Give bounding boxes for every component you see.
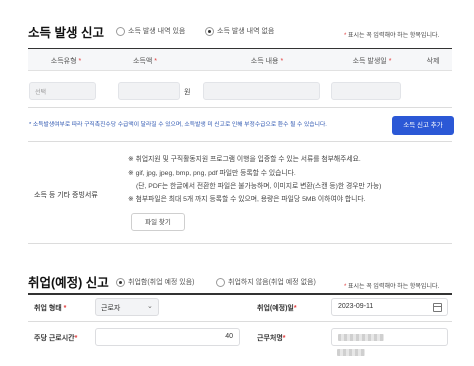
evidence-bullet: (단, PDF는 한글에서 전환한 파일은 불가능하며, 이미지로 변환(스캔 … <box>136 183 382 190</box>
employment-radio-yes-label: 취업함(취업 예정 있음) <box>128 279 195 286</box>
required-note: * 표시는 꼭 입력해야 하는 항목입니다. <box>344 281 439 290</box>
divider <box>28 107 452 108</box>
required-star: * <box>344 284 347 290</box>
employment-radio-yes[interactable]: 취업함(취업 예정 있음) <box>116 277 195 287</box>
col-delete: 삭제 <box>426 58 440 65</box>
income-content-input[interactable] <box>203 82 320 100</box>
income-amount-input[interactable] <box>118 82 180 100</box>
divider <box>28 141 452 142</box>
income-radio-no[interactable]: 소득 발생 내역 없음 <box>205 26 274 36</box>
employment-date-label: 취업(예정)일* <box>257 305 297 312</box>
income-amount-unit: 원 <box>184 89 191 96</box>
employment-type-select[interactable]: 근로자 ⌄ <box>95 298 159 316</box>
col-date: 소득 발생일 * <box>352 58 392 65</box>
employment-table-top-border <box>28 293 452 295</box>
redacted-value <box>337 349 365 356</box>
employment-type-label: 취업 형태 * <box>34 305 67 312</box>
employment-hours-value: 40 <box>225 333 233 340</box>
employment-type-value: 근로자 <box>101 305 121 312</box>
required-note: * 표시는 꼭 입력해야 하는 항목입니다. <box>344 30 439 39</box>
required-note-text: 표시는 꼭 입력해야 하는 항목입니다. <box>348 284 440 290</box>
radio-checked-icon <box>116 277 125 287</box>
required-star: * <box>344 33 347 39</box>
evidence-bullet: ※ 취업지원 및 구직활동지원 프로그램 이행을 입증할 수 있는 서류를 첨부… <box>128 156 361 163</box>
income-notice: * 소득발생여부로 따라 구직촉진수당 수급액이 달라질 수 있으며, 소득발생… <box>29 122 327 128</box>
evidence-bullet: ※ 첨부파일은 최대 5개 까지 등록할 수 있으며, 용량은 파일당 5MB … <box>128 196 366 203</box>
divider <box>28 321 452 322</box>
divider <box>28 243 452 244</box>
radio-unchecked-icon <box>116 26 125 36</box>
income-type-select[interactable]: 선택 <box>29 82 96 100</box>
income-section-title: 소득 발생 신고 <box>28 26 104 40</box>
employment-date-value: 2023-09-11 <box>338 303 374 310</box>
income-table-header: 소득유형 * 소득액 * 소득 내용 * 소득 발생일 * 삭제 <box>28 48 452 71</box>
employment-section-title: 취업(예정) 신고 <box>28 276 109 290</box>
income-type-placeholder: 선택 <box>35 90 47 96</box>
chevron-down-icon: ⌄ <box>147 303 153 310</box>
radio-checked-icon <box>205 26 214 36</box>
redacted-value <box>338 334 384 341</box>
employment-radio-no[interactable]: 취업하지 않음(취업 예정 없음) <box>216 277 316 287</box>
radio-unchecked-icon <box>216 277 225 287</box>
employment-hours-input[interactable]: 40 <box>95 328 240 346</box>
find-file-button[interactable]: 파일 찾기 <box>131 213 185 231</box>
evidence-bullet: ※ gif, jpg, jpeg, bmp, png, pdf 파일만 등록할 … <box>128 170 296 177</box>
col-content: 소득 내용 * <box>250 58 284 65</box>
add-income-button[interactable]: 소득 신고 추가 <box>392 116 454 135</box>
income-radio-yes[interactable]: 소득 발생 내역 있음 <box>116 26 185 36</box>
col-amount: 소득액 * <box>132 58 158 65</box>
employment-workplace-input[interactable] <box>331 328 448 346</box>
employment-date-input[interactable]: 2023-09-11 <box>331 298 448 316</box>
employment-workplace-label: 근무처명* <box>257 335 286 342</box>
income-radio-yes-label: 소득 발생 내역 있음 <box>128 28 186 35</box>
col-type: 소득유형 * <box>50 58 82 65</box>
evidence-label: 소득 등 기타 증빙서류 <box>34 192 98 199</box>
employment-hours-label: 주당 근로시간* <box>34 335 78 342</box>
calendar-icon[interactable] <box>433 303 442 312</box>
income-date-input[interactable] <box>331 82 401 100</box>
income-radio-no-label: 소득 발생 내역 없음 <box>217 28 275 35</box>
employment-radio-no-label: 취업하지 않음(취업 예정 없음) <box>228 279 316 286</box>
required-note-text: 표시는 꼭 입력해야 하는 항목입니다. <box>348 33 440 39</box>
